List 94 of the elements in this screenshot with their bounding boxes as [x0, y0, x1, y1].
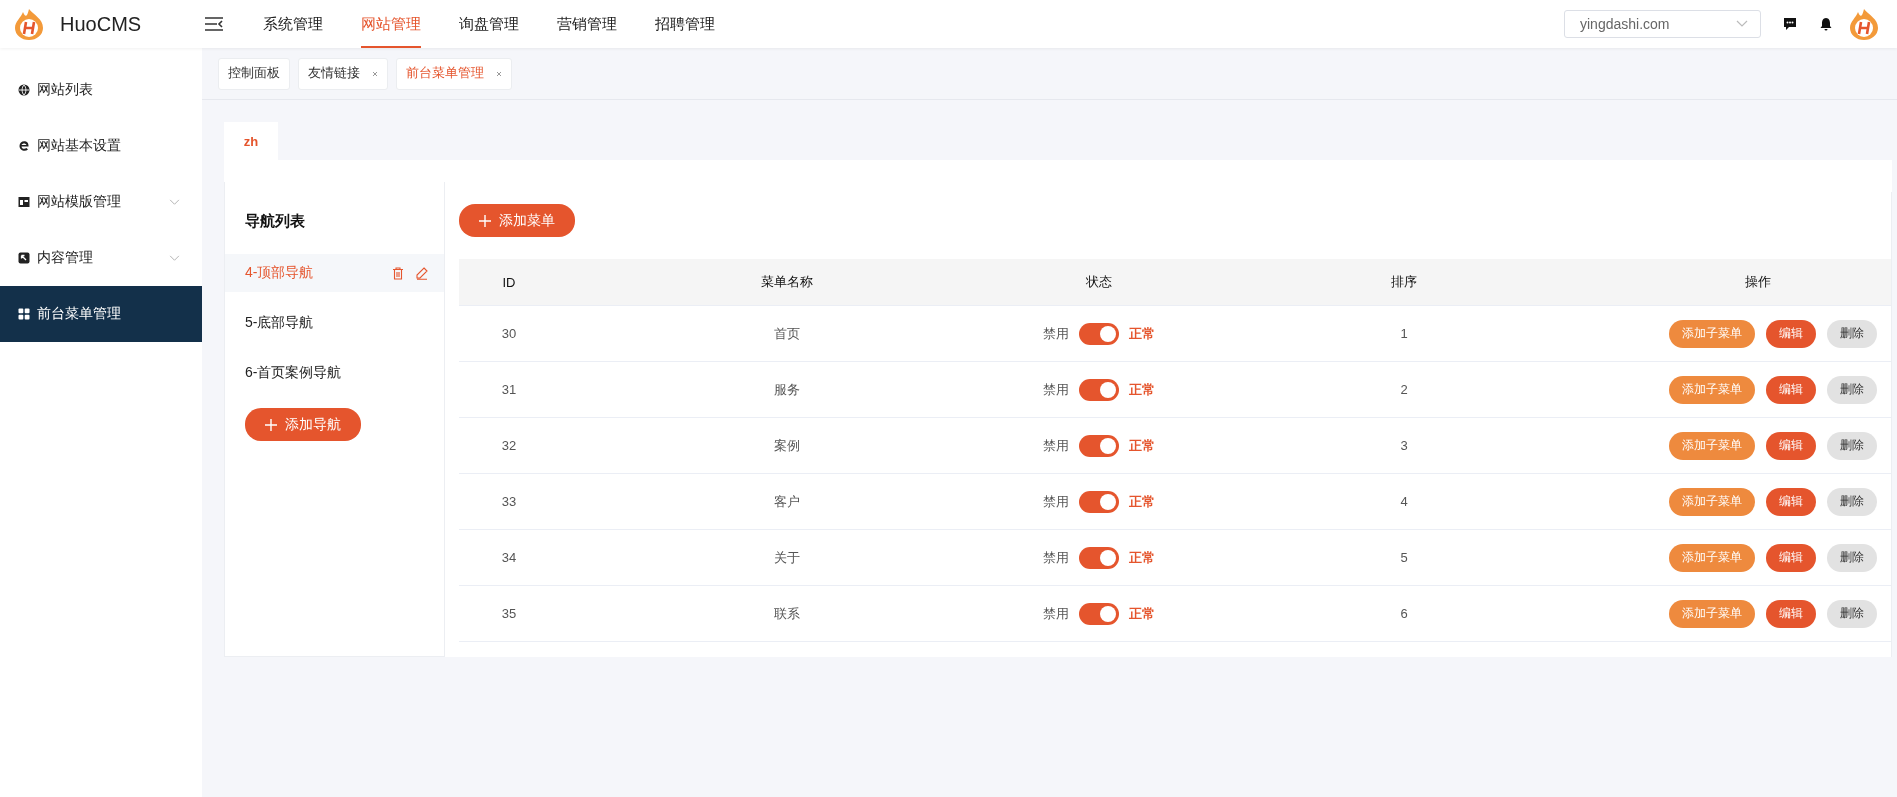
- page-tab[interactable]: 友情链接: [298, 57, 388, 90]
- nav-list-item[interactable]: 4-顶部导航: [225, 254, 444, 292]
- table-cell-text: 4: [1399, 494, 1409, 509]
- table-cell-text: 30: [500, 326, 518, 341]
- globe-icon: [18, 84, 30, 96]
- table-cell-text: 6: [1399, 606, 1409, 621]
- nav-list-item[interactable]: 5-底部导航: [225, 304, 444, 342]
- edit-button[interactable]: 编辑: [1766, 431, 1816, 460]
- table-cell-text: 关于: [773, 548, 801, 567]
- page-tab[interactable]: 控制面板: [218, 57, 290, 90]
- table-cell-text: 3: [1399, 438, 1409, 453]
- status-label: 禁用: [1043, 604, 1069, 623]
- status-label: 正常: [1129, 604, 1155, 623]
- table-cell-text: 31: [500, 382, 518, 397]
- table-cell-text: 5: [1399, 550, 1409, 565]
- status-label: 禁用: [1043, 380, 1069, 399]
- status-toggle[interactable]: [1079, 378, 1119, 401]
- table-cell-text: 33: [500, 494, 518, 509]
- sidebar-item[interactable]: 网站模版管理: [0, 174, 202, 230]
- status-toggle[interactable]: [1079, 546, 1119, 569]
- top-nav-tab[interactable]: 营销管理: [557, 0, 617, 48]
- status-label: 正常: [1129, 380, 1155, 399]
- table-cell-text: 1: [1399, 326, 1409, 341]
- table-cell-text: 联系: [773, 604, 801, 623]
- edit-button[interactable]: 编辑: [1766, 487, 1816, 516]
- document-icon: [18, 252, 30, 264]
- column-header: ID: [501, 274, 517, 290]
- status-label: 正常: [1129, 436, 1155, 455]
- status-toggle[interactable]: [1079, 322, 1119, 345]
- table-cell-text: 2: [1399, 382, 1409, 397]
- sidebar-item[interactable]: 内容管理: [0, 230, 202, 286]
- bell-icon[interactable]: [1819, 17, 1833, 31]
- status-label: 正常: [1129, 548, 1155, 567]
- chevron-down-icon: [169, 198, 180, 206]
- pencil-icon[interactable]: [416, 266, 428, 280]
- top-nav-tab[interactable]: 系统管理: [263, 0, 323, 48]
- top-nav-tab[interactable]: 询盘管理: [459, 0, 519, 48]
- column-header: 排序: [1390, 273, 1418, 291]
- edit-button[interactable]: 编辑: [1766, 375, 1816, 404]
- close-icon[interactable]: [372, 70, 378, 77]
- browser-e-icon: [18, 140, 30, 152]
- edit-button[interactable]: 编辑: [1766, 319, 1816, 348]
- layout-icon: [18, 196, 30, 208]
- delete-button[interactable]: 删除: [1827, 431, 1877, 460]
- logo-text: HuoCMS: [60, 12, 142, 36]
- table-cell-text: 32: [500, 438, 518, 453]
- column-header: 状态: [1085, 273, 1113, 291]
- top-nav-tab[interactable]: 招聘管理: [655, 0, 715, 48]
- plus-icon: [479, 214, 491, 227]
- table-cell-text: 35: [500, 606, 518, 621]
- trash-icon[interactable]: [392, 266, 404, 280]
- edit-button[interactable]: 编辑: [1766, 599, 1816, 628]
- table-cell-text: 案例: [773, 436, 801, 455]
- table-cell-text: 客户: [773, 492, 801, 511]
- status-label: 禁用: [1043, 324, 1069, 343]
- flame-logo-icon: [12, 7, 46, 41]
- column-header: 菜单名称: [760, 273, 814, 291]
- menu-collapse-icon[interactable]: [205, 17, 223, 31]
- status-toggle[interactable]: [1079, 602, 1119, 625]
- delete-button[interactable]: 删除: [1827, 319, 1877, 348]
- chevron-down-icon: [1736, 20, 1748, 28]
- add-menu-button[interactable]: 添加菜单: [459, 204, 575, 237]
- plus-icon: [265, 418, 277, 431]
- chat-icon[interactable]: [1783, 17, 1797, 31]
- top-nav-tab[interactable]: 网站管理: [361, 0, 421, 48]
- nav-list-title: 导航列表: [244, 212, 306, 231]
- status-label: 禁用: [1043, 436, 1069, 455]
- chevron-down-icon: [169, 254, 180, 262]
- sidebar-item[interactable]: 网站基本设置: [0, 118, 202, 174]
- delete-button[interactable]: 删除: [1827, 375, 1877, 404]
- table-cell-text: 首页: [773, 324, 801, 343]
- status-label: 禁用: [1043, 548, 1069, 567]
- grid-icon: [18, 308, 30, 320]
- site-select[interactable]: yingdashi.com: [1564, 10, 1761, 38]
- status-label: 禁用: [1043, 492, 1069, 511]
- status-toggle[interactable]: [1079, 434, 1119, 457]
- delete-button[interactable]: 删除: [1827, 543, 1877, 572]
- column-header: 操作: [1744, 273, 1772, 291]
- language-tab[interactable]: zh: [224, 122, 278, 160]
- page-tab[interactable]: 前台菜单管理: [396, 57, 512, 90]
- avatar-icon[interactable]: [1847, 7, 1881, 41]
- close-icon[interactable]: [496, 70, 502, 77]
- status-label: 正常: [1129, 324, 1155, 343]
- table-cell-text: 服务: [773, 380, 801, 399]
- table-cell-text: 34: [500, 550, 518, 565]
- status-label: 正常: [1129, 492, 1155, 511]
- add-nav-button[interactable]: 添加导航: [245, 408, 361, 441]
- delete-button[interactable]: 删除: [1827, 599, 1877, 628]
- status-toggle[interactable]: [1079, 490, 1119, 513]
- edit-button[interactable]: 编辑: [1766, 543, 1816, 572]
- sidebar-item[interactable]: 前台菜单管理: [0, 286, 202, 342]
- nav-list-item[interactable]: 6-首页案例导航: [225, 354, 444, 392]
- delete-button[interactable]: 删除: [1827, 487, 1877, 516]
- sidebar-item[interactable]: 网站列表: [0, 62, 202, 118]
